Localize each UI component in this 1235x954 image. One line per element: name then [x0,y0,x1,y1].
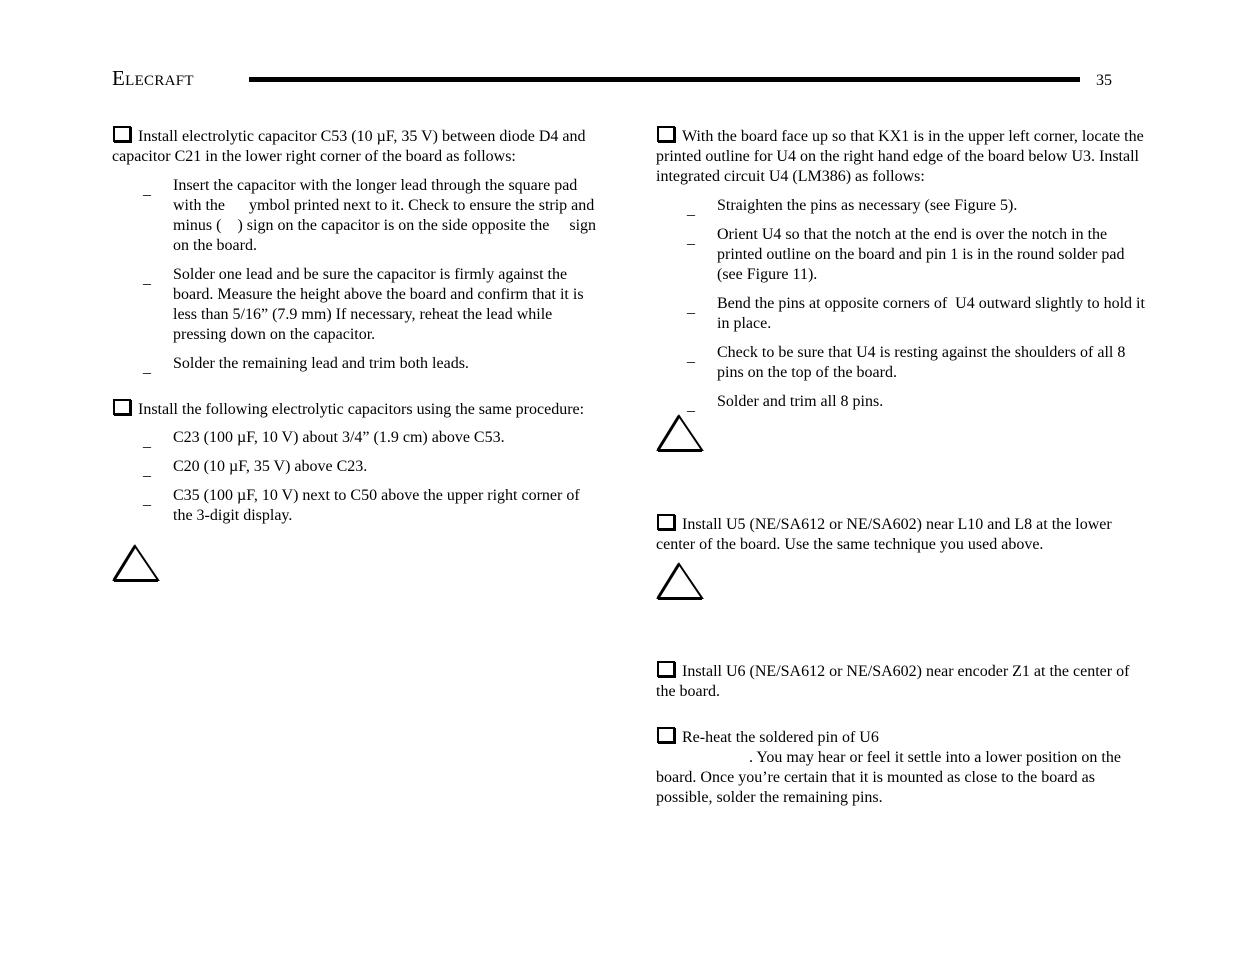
bullet-icon: _ [143,462,151,479]
step-text: Install the following electrolytic capac… [138,401,585,418]
warning-triangle-icon [112,544,160,582]
step-text: Install electrolytic capacitor C53 (10 µ… [112,128,586,165]
step-install-u4: With the board face up so that KX1 is in… [656,126,1146,187]
step-text: Install U6 (NE/SA612 or NE/SA602) near e… [656,663,1130,700]
substep-list: _ Insert the capacitor with the longer l… [112,176,602,376]
substep-item: _ Straighten the pins as necessary (see … [656,196,1146,218]
substep-text: Check to be sure that U4 is resting agai… [717,344,1126,381]
substep-item: _ C20 (10 µF, 35 V) above C23. [112,457,602,479]
bullet-icon: _ [143,181,151,198]
substep-text: Bend the pins at opposite corners of U4 … [717,295,1149,332]
step-text: Re-heat the soldered pin of U6 [682,729,879,746]
step-install-capacitors: Install the following electrolytic capac… [112,399,602,420]
step-install-u6: Install U6 (NE/SA612 or NE/SA602) near e… [656,661,1146,702]
header-brand: Elecraft [112,66,194,90]
substep-text: Orient U4 so that the notch at the end i… [717,226,1125,283]
checkbox-icon[interactable] [657,727,675,743]
bullet-icon: _ [687,397,695,414]
substep-text: Straighten the pins as necessary (see Fi… [717,197,1018,214]
step-reheat-u6: Re-heat the soldered pin of U6 . You may… [656,727,1146,808]
checkbox-icon[interactable] [657,661,675,677]
substep-text: Solder one lead and be sure the capacito… [173,266,584,343]
left-column: Install electrolytic capacitor C53 (10 µ… [112,126,602,582]
right-column: With the board face up so that KX1 is in… [656,126,1146,808]
substep-item: _ Solder and trim all 8 pins. [656,392,1146,414]
substep-text: Insert the capacitor with the longer lea… [173,177,601,254]
checkbox-icon[interactable] [657,514,675,530]
step-text-continued: . You may hear or feel it settle into a … [656,749,1121,806]
substep-item: _ Insert the capacitor with the longer l… [112,176,602,256]
step-install-c53: Install electrolytic capacitor C53 (10 µ… [112,126,602,167]
step-install-u5: Install U5 (NE/SA612 or NE/SA602) near L… [656,514,1146,555]
bullet-icon: _ [687,299,695,316]
checkbox-icon[interactable] [113,126,131,142]
bullet-icon: _ [687,230,695,247]
substep-text: Solder and trim all 8 pins. [717,393,884,410]
substep-item: _ C23 (100 µF, 10 V) about 3/4” (1.9 cm)… [112,428,602,450]
bullet-icon: _ [687,348,695,365]
substep-list: _ C23 (100 µF, 10 V) about 3/4” (1.9 cm)… [112,428,602,526]
page-number: 35 [1096,72,1112,89]
header-rule [249,77,1080,82]
substep-item: _ Bend the pins at opposite corners of U… [656,294,1146,334]
substep-list: _ Straighten the pins as necessary (see … [656,196,1146,414]
substep-text: C20 (10 µF, 35 V) above C23. [173,458,368,475]
substep-item: _ Solder the remaining lead and trim bot… [112,354,602,376]
bullet-icon: _ [143,359,151,376]
bullet-icon: _ [143,491,151,508]
substep-item: _ Solder one lead and be sure the capaci… [112,265,602,345]
substep-text: Solder the remaining lead and trim both … [173,355,469,372]
checkbox-icon[interactable] [657,126,675,142]
substep-item: _ Check to be sure that U4 is resting ag… [656,343,1146,383]
substep-item: _ C35 (100 µF, 10 V) next to C50 above t… [112,486,602,526]
bullet-icon: _ [143,433,151,450]
substep-item: _ Orient U4 so that the notch at the end… [656,225,1146,285]
substep-text: C23 (100 µF, 10 V) about 3/4” (1.9 cm) a… [173,429,505,446]
checkbox-icon[interactable] [113,399,131,415]
warning-triangle-icon [656,414,704,452]
bullet-icon: _ [143,270,151,287]
step-text: With the board face up so that KX1 is in… [656,128,1144,185]
bullet-icon: _ [687,201,695,218]
warning-triangle-icon [656,562,704,600]
step-text: Install U5 (NE/SA612 or NE/SA602) near L… [656,516,1112,553]
substep-text: C35 (100 µF, 10 V) next to C50 above the… [173,487,580,524]
